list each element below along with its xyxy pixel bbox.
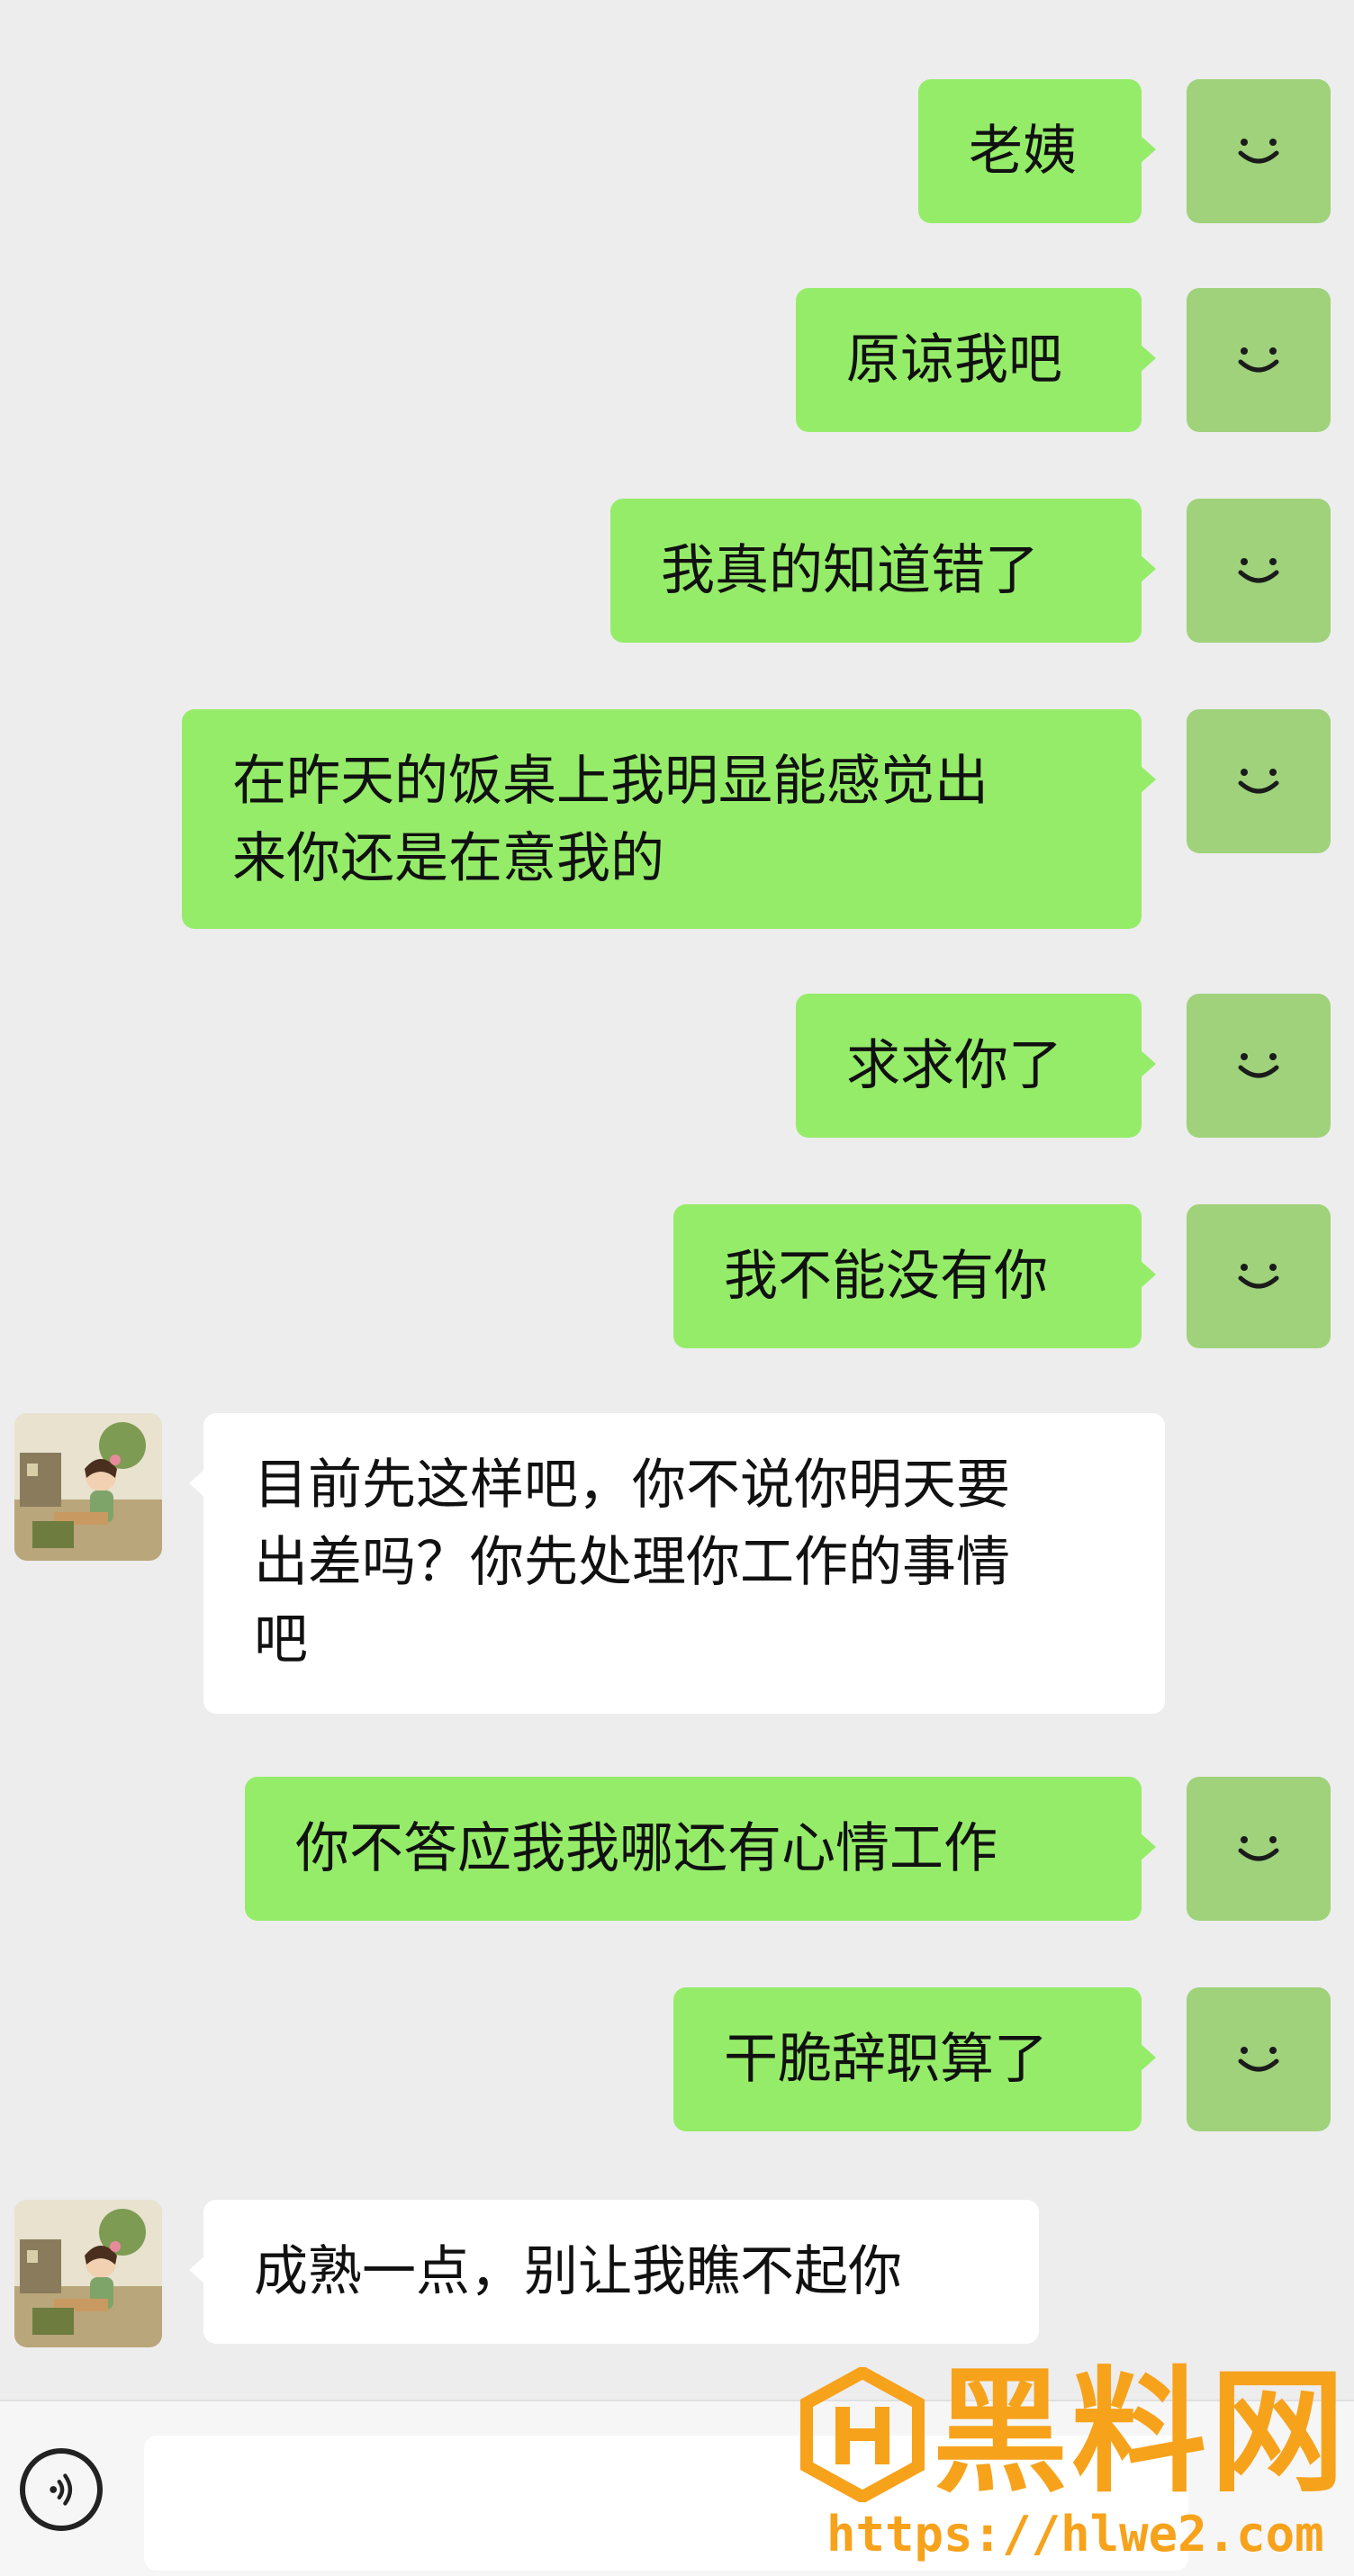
my-avatar[interactable] — [1187, 994, 1331, 1138]
my-avatar[interactable] — [1187, 1204, 1331, 1348]
message-bubble-sent[interactable]: 干脆辞职算了 — [673, 1987, 1156, 2131]
smile-icon — [1238, 347, 1279, 373]
smile-icon — [1238, 1264, 1279, 1289]
message-bubble-sent[interactable]: 在昨天的饭桌上我明显能感觉出 来你还是在意我的 — [182, 709, 1156, 929]
smile-icon — [1238, 1053, 1279, 1078]
my-avatar[interactable] — [1187, 1777, 1331, 1921]
smile-icon — [1238, 139, 1279, 164]
smile-icon — [1238, 558, 1279, 583]
my-avatar[interactable] — [1187, 288, 1331, 432]
smile-icon — [1238, 1836, 1279, 1861]
smile-icon — [1238, 2047, 1279, 2072]
message-bubble-received[interactable]: 目前先这样吧，你不说你明天要 出差吗？你先处理你工作的事情 吧 — [189, 1413, 1165, 1714]
my-avatar[interactable] — [1187, 1987, 1331, 2131]
watermark: 黑料网 https://hlwe2.com — [799, 2356, 1349, 2572]
my-avatar[interactable] — [1187, 499, 1331, 643]
voice-icon — [50, 2473, 73, 2506]
message-bubble-sent[interactable]: 你不答应我我哪还有心情工作 — [245, 1777, 1156, 1921]
smile-icon — [1238, 769, 1279, 794]
contact-avatar[interactable] — [14, 1413, 162, 1561]
message-bubble-received[interactable]: 成熟一点，别让我瞧不起你 — [189, 2200, 1039, 2344]
message-bubble-sent[interactable]: 原谅我吧 — [796, 288, 1156, 432]
watermark-logo-icon — [800, 2367, 925, 2502]
contact-avatar-image — [14, 1413, 162, 1561]
voice-button[interactable] — [20, 2448, 103, 2531]
contact-avatar[interactable] — [14, 2200, 162, 2347]
contact-avatar-image — [14, 2200, 162, 2347]
message-bubble-sent[interactable]: 求求你了 — [796, 994, 1156, 1138]
my-avatar[interactable] — [1187, 79, 1331, 223]
my-avatar[interactable] — [1187, 709, 1331, 853]
message-bubble-sent[interactable]: 老姨 — [918, 79, 1156, 223]
watermark-url: https://hlwe2.com — [826, 2506, 1324, 2562]
chat-area[interactable]: 老姨 原谅我吧 我真的知道错了 在昨天的饭桌上我明显能感觉出 来你还是在意我的 … — [0, 0, 1354, 2394]
message-bubble-sent[interactable]: 我真的知道错了 — [610, 499, 1156, 643]
message-bubble-sent[interactable]: 我不能没有你 — [673, 1204, 1156, 1348]
watermark-title: 黑料网 — [933, 2355, 1349, 2511]
